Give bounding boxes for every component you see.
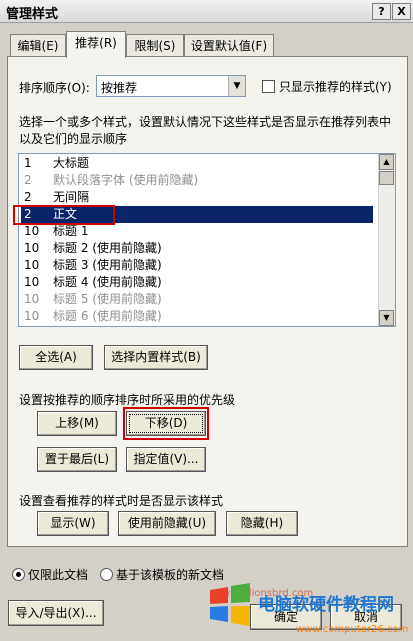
scroll-down-icon[interactable]: ▼ — [379, 310, 394, 326]
window-title: 管理样式 — [6, 7, 59, 22]
hide-button[interactable]: 隐藏(H) — [226, 511, 298, 536]
watermark-url: www.computer26.com — [296, 624, 409, 635]
sort-order-select[interactable]: 按推荐 ▼ — [96, 75, 246, 97]
move-to-last-button[interactable]: 置于最后(L) — [37, 447, 117, 472]
list-item[interactable]: 10 标题 5 (使用前隐藏) — [21, 291, 373, 308]
sort-order-label: 排序顺序(O): — [19, 81, 90, 95]
help-button[interactable]: ? — [372, 3, 391, 20]
list-item[interactable]: 10 标题 6 (使用前隐藏) — [21, 308, 373, 325]
close-button[interactable]: X — [392, 3, 411, 20]
list-item[interactable]: 10 标题 2 (使用前隐藏) — [21, 240, 373, 257]
list-item[interactable]: 1 大标题 — [21, 155, 373, 172]
tab-edit[interactable]: 编辑(E) — [10, 34, 66, 57]
new-documents-label: 基于该模板的新文档 — [116, 568, 225, 582]
select-builtin-button[interactable]: 选择内置样式(B) — [104, 345, 208, 370]
title-bar: 管理样式 ? X — [0, 0, 413, 23]
new-documents-radio[interactable] — [100, 568, 113, 581]
watermark-site-name: 电脑软硬件教程网 — [258, 595, 394, 615]
priority-section-label: 设置按推荐的顺序排序时所采用的优先级 — [19, 393, 236, 407]
only-recommended-label: 只显示推荐的样式(Y) — [279, 80, 392, 94]
chevron-down-icon[interactable]: ▼ — [228, 76, 245, 96]
list-item[interactable]: 10 标题 3 (使用前隐藏) — [21, 257, 373, 274]
only-recommended-checkbox[interactable] — [262, 80, 275, 93]
instructions-text: 选择一个或多个样式，设置默认情况下这些样式是否显示在推荐列表中以及它们的显示顺序 — [19, 115, 392, 146]
scroll-up-icon[interactable]: ▲ — [379, 154, 394, 170]
style-list[interactable]: 1 大标题 2 默认段落字体 (使用前隐藏) 2 无间隔 2 正文 10 标题 1 10 标… — [18, 153, 396, 327]
list-item[interactable]: 10 标题 4 (使用前隐藏) — [21, 274, 373, 291]
visibility-section-label: 设置查看推荐的样式时是否显示该样式 — [19, 494, 224, 508]
hide-until-used-button[interactable]: 使用前隐藏(U) — [118, 511, 216, 536]
tab-set-defaults[interactable]: 设置默认值(F) — [184, 34, 274, 57]
highlight-box — [13, 205, 115, 225]
show-button[interactable]: 显示(W) — [37, 511, 109, 536]
watermark-logo — [206, 582, 254, 628]
tab-recommend[interactable]: 推荐(R) — [66, 31, 126, 58]
list-item[interactable]: 10 标题 1 — [21, 223, 373, 240]
select-all-button[interactable]: 全选(A) — [19, 345, 93, 370]
list-item[interactable]: 2 默认段落字体 (使用前隐藏) — [21, 172, 373, 189]
scroll-thumb[interactable] — [379, 171, 394, 185]
list-item[interactable]: 2 无间隔 — [21, 189, 373, 206]
this-document-label: 仅限此文档 — [28, 568, 89, 582]
move-up-button[interactable]: 上移(M) — [37, 411, 117, 436]
list-scrollbar[interactable]: ▲ ▼ — [378, 154, 395, 326]
tab-restrict[interactable]: 限制(S) — [126, 34, 184, 57]
import-export-button[interactable]: 导入/导出(X)... — [8, 600, 104, 626]
sort-order-value: 按推荐 — [101, 81, 138, 95]
this-document-radio[interactable] — [12, 568, 25, 581]
assign-value-button[interactable]: 指定值(V)... — [126, 447, 206, 472]
move-down-button[interactable]: 下移(D) — [126, 411, 206, 436]
